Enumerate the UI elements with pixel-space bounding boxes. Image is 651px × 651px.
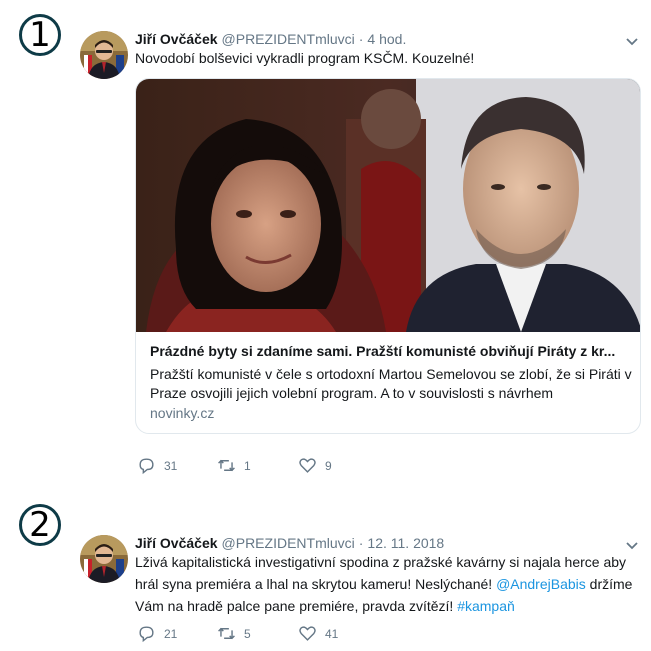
tweet-number-marker: 2	[19, 504, 61, 546]
avatar[interactable]	[80, 535, 128, 583]
like-button[interactable]: 41	[298, 624, 378, 643]
reply-button[interactable]: 31	[137, 456, 217, 475]
tweet-timestamp[interactable]: 12. 11. 2018	[367, 535, 444, 551]
tweet-number-marker: 1	[19, 14, 61, 56]
header-separator: ·	[358, 535, 364, 551]
tweet-header: Jiří Ovčáček @PREZIDENTmluvci · 4 hod.	[135, 31, 406, 47]
tweet-actions: 31 1 9	[137, 456, 378, 475]
reply-button[interactable]: 21	[137, 624, 217, 643]
card-title[interactable]: Prázdné byty si zdaníme sami. Pražští ko…	[150, 343, 630, 359]
hashtag-link[interactable]: #kampaň	[457, 598, 515, 614]
author-handle[interactable]: @PREZIDENTmluvci	[222, 31, 355, 47]
retweet-icon	[218, 627, 235, 640]
mention-link[interactable]: @AndrejBabis	[496, 576, 586, 592]
reply-count: 31	[164, 458, 178, 473]
like-button[interactable]: 9	[298, 456, 378, 475]
reply-icon	[139, 626, 154, 643]
author-name[interactable]: Jiří Ovčáček	[135, 31, 218, 47]
card-domain: novinky.cz	[150, 405, 215, 421]
author-name[interactable]: Jiří Ovčáček	[135, 535, 218, 551]
retweet-button[interactable]: 5	[217, 624, 298, 643]
avatar[interactable]	[80, 31, 128, 79]
reply-icon	[139, 458, 154, 475]
card-description: Pražští komunisté v čele s ortodoxní Mar…	[150, 366, 632, 401]
avatar-image	[80, 535, 128, 583]
like-count: 41	[325, 626, 339, 641]
card-image	[136, 79, 640, 332]
tweet-timestamp[interactable]: 4 hod.	[367, 31, 406, 47]
reply-count: 21	[164, 626, 178, 641]
retweet-count: 5	[244, 626, 251, 641]
heart-icon	[299, 626, 316, 641]
link-card[interactable]: Prázdné byty si zdaníme sami. Pražští ko…	[135, 78, 641, 434]
heart-icon	[299, 458, 316, 473]
retweet-button[interactable]: 1	[217, 456, 298, 475]
retweet-icon	[218, 459, 235, 472]
tweet-text: Novodobí bolševici vykradli program KSČM…	[135, 50, 475, 66]
like-count: 9	[325, 458, 332, 473]
tweet-header: Jiří Ovčáček @PREZIDENTmluvci · 12. 11. …	[135, 535, 444, 551]
retweet-count: 1	[244, 458, 251, 473]
header-separator: ·	[358, 31, 364, 47]
tweet-actions: 21 5 41	[137, 624, 378, 643]
avatar-image	[80, 31, 128, 79]
tweet-text: Lživá kapitalistická investigativní spod…	[135, 551, 635, 617]
author-handle[interactable]: @PREZIDENTmluvci	[222, 535, 355, 551]
